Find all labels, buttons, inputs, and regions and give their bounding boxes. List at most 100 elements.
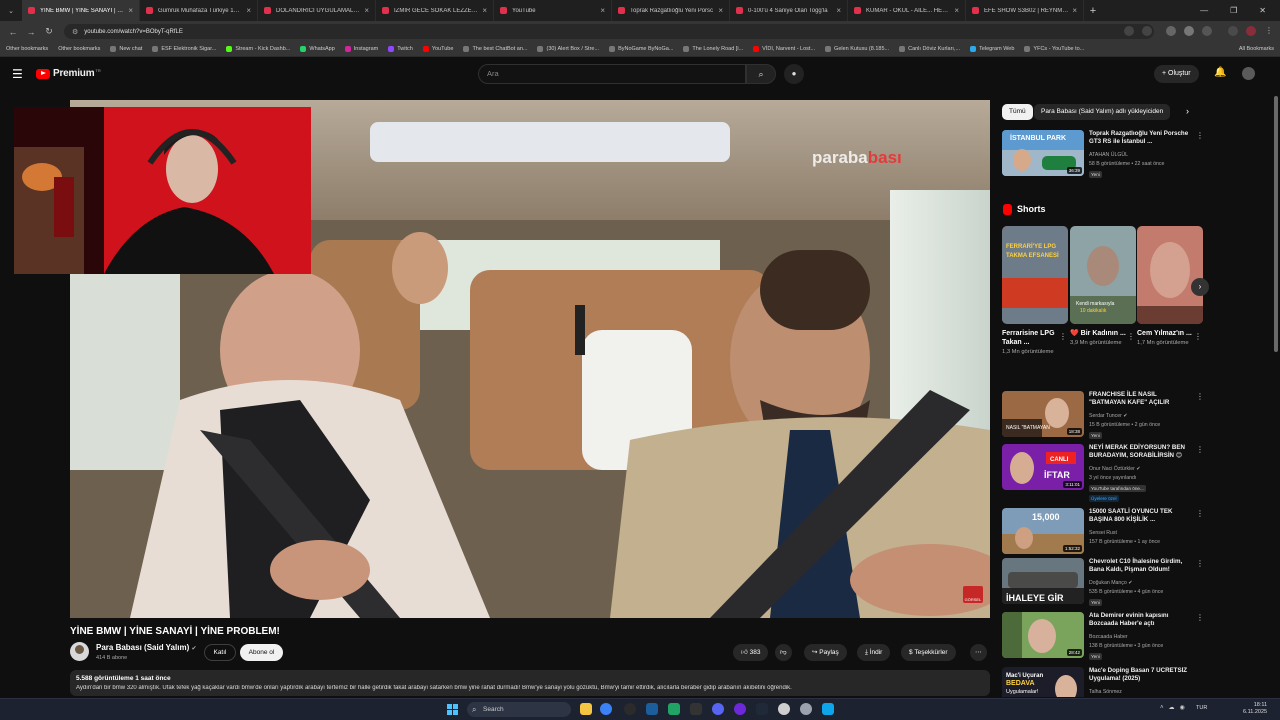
reload-icon[interactable]: ↻: [42, 26, 56, 37]
bookmark-item[interactable]: The Lonely Road [i...: [683, 46, 743, 52]
app-icon[interactable]: [734, 703, 746, 715]
close-tab-icon[interactable]: ×: [1072, 6, 1077, 15]
recommended-video[interactable]: 28:42 Ata Demirer evinin kapısını Bozcaa…: [1002, 612, 1204, 662]
channel-name[interactable]: Talha Sönmez: [1089, 689, 1122, 695]
clock[interactable]: 18:11 6.11.2025: [1243, 702, 1267, 716]
channel-name[interactable]: Doğukan Manço ✔: [1089, 580, 1133, 586]
bookmark-item[interactable]: Canlı Döviz Kurları,...: [899, 46, 960, 52]
forward-icon[interactable]: →: [24, 27, 38, 37]
site-info-icon[interactable]: ⚙: [72, 28, 78, 36]
close-tab-icon[interactable]: ×: [128, 6, 133, 15]
recommended-video[interactable]: CANLI İFTAR 3:11:01 NEYİ MERAK EDİYORSUN?…: [1002, 444, 1204, 504]
channel-name[interactable]: Serdar Tuncer ✔: [1089, 413, 1128, 419]
more-options-icon[interactable]: ⋮: [1196, 559, 1204, 568]
search-input[interactable]: Ara: [478, 64, 746, 84]
more-actions-button[interactable]: ⋯: [970, 644, 987, 661]
app-icon[interactable]: [800, 703, 812, 715]
video-thumbnail[interactable]: İSTANBUL PARK 36:39: [1002, 130, 1084, 176]
windows-start-icon[interactable]: [447, 704, 458, 715]
browser-tab[interactable]: YouTube ×: [494, 0, 612, 21]
bookmark-item[interactable]: WhatsApp: [300, 46, 335, 52]
chip-all[interactable]: Tümü: [1002, 104, 1033, 120]
bookmark-item[interactable]: YFCs - YouTube to...: [1024, 46, 1084, 52]
app-icon[interactable]: [778, 703, 790, 715]
close-tab-icon[interactable]: ×: [246, 6, 251, 15]
app-icon[interactable]: [690, 703, 702, 715]
bookmark-item[interactable]: New chat: [110, 46, 142, 52]
more-options-icon[interactable]: ⋮: [1196, 131, 1204, 140]
video-title[interactable]: FRANCHISE İLE NASIL "BATMAYAN KAFE" AÇIL…: [1089, 391, 1189, 407]
sidepanel-icon[interactable]: [1228, 26, 1238, 36]
bookmark-item[interactable]: ByNoGame ByNoGa...: [609, 46, 673, 52]
short-item[interactable]: FERRARİ'YE LPG TAKMA EFSANESİ Ferrarisine…: [1002, 226, 1068, 356]
bookmark-item[interactable]: Telegram Web: [970, 46, 1014, 52]
video-thumbnail[interactable]: 28:42: [1002, 612, 1084, 658]
bookmark-item[interactable]: VİDI, Narvent - Lost...: [753, 46, 815, 52]
video-thumbnail[interactable]: Mac'i Uçuran BEDAVA Uygulamalar!: [1002, 667, 1084, 697]
bookmark-item[interactable]: The best ChatBot an...: [463, 46, 527, 52]
profile-avatar[interactable]: [1246, 26, 1256, 36]
subscribe-button[interactable]: Abone ol: [240, 644, 283, 661]
close-tab-icon[interactable]: ×: [836, 6, 841, 15]
browser-tab[interactable]: DOLANDIRICI UYGULAMALAR ×: [258, 0, 376, 21]
bookmark-item[interactable]: YouTube: [422, 46, 453, 52]
new-tab-button[interactable]: +: [1084, 5, 1102, 17]
create-button[interactable]: + Oluştur: [1154, 65, 1199, 83]
recommended-video[interactable]: NASIL "BATMAYAN 18:38 FRANCHISE İLE NASI…: [1002, 391, 1204, 441]
video-thumbnail[interactable]: İHALEYE GİR: [1002, 558, 1084, 604]
back-icon[interactable]: ←: [6, 27, 20, 37]
browser-tab[interactable]: 0-100'ü 4 Saniye Olan Togg'la ×: [730, 0, 848, 21]
channel-name[interactable]: ATAHAN ÜLGÜL: [1089, 152, 1128, 158]
close-tab-icon[interactable]: ×: [364, 6, 369, 15]
browser-tab[interactable]: EFE SHOW S3B02 | REYNMEN ×: [966, 0, 1084, 21]
dislike-button[interactable]: 👎︎: [775, 644, 792, 661]
browser-tab[interactable]: Gümrük Muhafaza Türkiye 18. N ×: [140, 0, 258, 21]
discord-icon[interactable]: [712, 703, 724, 715]
more-options-icon[interactable]: ⋮: [1127, 332, 1135, 341]
more-options-icon[interactable]: ⋮: [1196, 445, 1204, 454]
bookmark-star-icon[interactable]: [1142, 26, 1152, 36]
short-item[interactable]: Kendi markasıyla 10 dakikalık ❤️ Bir Kadı…: [1070, 226, 1136, 347]
bookmark-folder[interactable]: Other bookmarks: [6, 46, 48, 52]
more-options-icon[interactable]: ⋮: [1059, 332, 1067, 341]
close-tab-icon[interactable]: ×: [954, 6, 959, 15]
download-button[interactable]: ⤓ İndir: [857, 644, 891, 661]
short-thumbnail[interactable]: FERRARİ'YE LPG TAKMA EFSANESİ: [1002, 226, 1068, 324]
close-tab-icon[interactable]: ×: [600, 6, 605, 15]
recommended-video[interactable]: 15,000 1:52:32 15000 SAATLİ OYUNCU TEK B…: [1002, 508, 1204, 556]
maximize-button[interactable]: ❐: [1230, 6, 1237, 15]
terminal-icon[interactable]: [756, 703, 768, 715]
video-thumbnail[interactable]: NASIL "BATMAYAN 18:38: [1002, 391, 1084, 437]
url-field[interactable]: ⚙ youtube.com/watch?v=BObyT-qRfLE: [64, 24, 1154, 39]
input-language[interactable]: TUR: [1196, 705, 1207, 711]
minimize-button[interactable]: —: [1200, 6, 1208, 15]
bookmark-item[interactable]: Gelen Kutusu (8.185...: [825, 46, 889, 52]
channel-name[interactable]: Sensei Rust: [1089, 530, 1117, 536]
video-title[interactable]: 15000 SAATLİ OYUNCU TEK BAŞINA 800 KİŞİL…: [1089, 508, 1189, 524]
short-thumbnail[interactable]: [1137, 226, 1203, 324]
notifications-bell-icon[interactable]: 🔔: [1214, 67, 1226, 78]
close-window-button[interactable]: ✕: [1259, 6, 1266, 15]
bookmark-item[interactable]: (30) Alert Box / Stre...: [537, 46, 599, 52]
close-tab-icon[interactable]: ×: [718, 6, 723, 15]
video-thumbnail[interactable]: CANLI İFTAR 3:11:01: [1002, 444, 1084, 490]
like-button[interactable]: 👍︎ 383: [733, 644, 769, 661]
recommended-video[interactable]: Mac'i Uçuran BEDAVA Uygulamalar! Mac'e Dop…: [1002, 667, 1198, 697]
join-button[interactable]: Katıl: [204, 644, 236, 661]
video-thumbnail[interactable]: 15,000 1:52:32: [1002, 508, 1084, 554]
video-title[interactable]: Ata Demirer evinin kapısını Bozcaada Hab…: [1089, 612, 1189, 628]
bookmark-item[interactable]: Instagram: [344, 46, 378, 52]
browser-tab[interactable]: KUMAR - OKUL - AİLE... HEPSİ ×: [848, 0, 966, 21]
more-options-icon[interactable]: ⋮: [1196, 509, 1204, 518]
menu-icon[interactable]: ☰: [12, 67, 23, 81]
recommended-video[interactable]: İSTANBUL PARK 36:39 Toprak Razgatlıoğlu …: [1002, 130, 1204, 180]
all-bookmarks-button[interactable]: All Bookmarks: [1239, 46, 1274, 52]
tab-search-icon[interactable]: ⌄: [0, 0, 22, 21]
channel-name[interactable]: Para Babası (Said Yalım) ✔: [96, 643, 197, 652]
channel-name[interactable]: Bozcaada Haber: [1089, 634, 1128, 640]
extension-icon[interactable]: [1166, 26, 1176, 36]
share-button[interactable]: ↪ Paylaş: [804, 644, 847, 661]
voice-search-button[interactable]: ●: [784, 64, 804, 84]
youtube-logo[interactable]: Premium TR: [36, 68, 101, 79]
extension-icon[interactable]: [1184, 26, 1194, 36]
